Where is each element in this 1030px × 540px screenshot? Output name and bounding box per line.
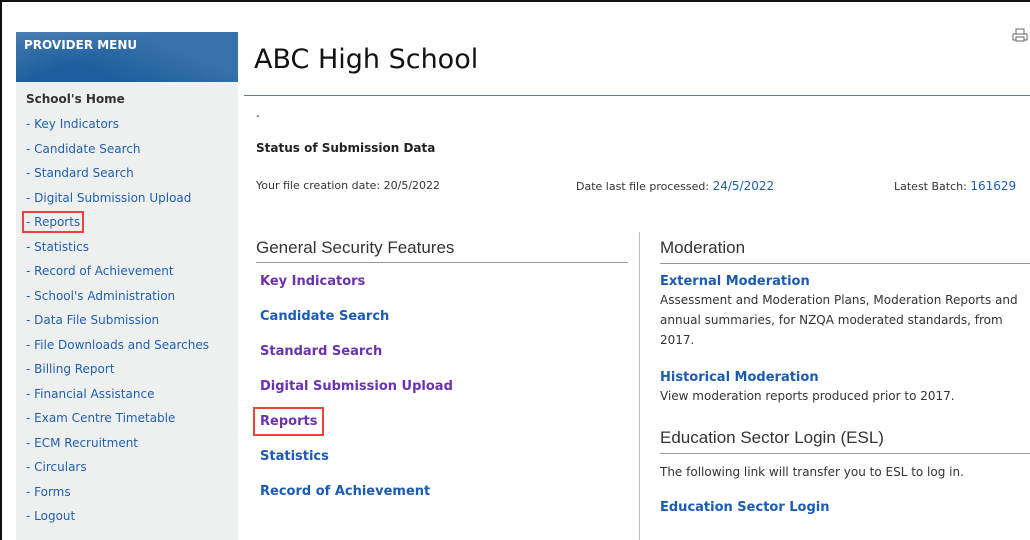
- print-icon[interactable]: [1012, 28, 1028, 42]
- moderation-heading: Moderation: [660, 238, 746, 257]
- sidebar-item-exam-centre-timetable[interactable]: - Exam Centre Timetable: [26, 411, 209, 436]
- last-file-processed: Date last file processed: 24/5/2022: [576, 179, 774, 193]
- highlight-box: Reports: [252, 407, 325, 436]
- latest-batch-label: Latest Batch:: [894, 180, 967, 193]
- sidebar-item-schools-administration[interactable]: - School's Administration: [26, 289, 209, 314]
- last-processed-label: Date last file processed:: [576, 180, 710, 193]
- sidebar-item-key-indicators[interactable]: - Key Indicators: [26, 117, 209, 142]
- historical-moderation-description: View moderation reports produced prior t…: [660, 389, 955, 403]
- highlight-box: - Reports: [21, 211, 85, 233]
- column-divider: [639, 232, 640, 540]
- sidebar-item-data-file-submission[interactable]: - Data File Submission: [26, 313, 209, 338]
- latest-batch: Latest Batch: 161629: [894, 179, 1016, 193]
- sidebar-item-logout[interactable]: - Logout: [26, 509, 209, 534]
- provider-menu-sidebar: PROVIDER MENU School's Home - Key Indica…: [16, 32, 238, 540]
- esl-divider: [660, 453, 1030, 454]
- moderation-divider: [660, 263, 1030, 264]
- sidebar-item-standard-search[interactable]: - Standard Search: [26, 166, 209, 191]
- link-record-of-achievement[interactable]: Record of Achievement: [260, 484, 430, 499]
- link-candidate-search[interactable]: Candidate Search: [260, 309, 389, 324]
- sidebar-item-ecm-recruitment[interactable]: - ECM Recruitment: [26, 436, 209, 461]
- link-reports[interactable]: Reports: [252, 407, 325, 436]
- link-statistics[interactable]: Statistics: [260, 449, 329, 464]
- sidebar-item-record-of-achievement[interactable]: - Record of Achievement: [26, 264, 209, 289]
- latest-batch-value: 161629: [970, 179, 1017, 193]
- general-security-section: General Security Features Key Indicators…: [252, 238, 628, 499]
- sidebar-item-reports[interactable]: - Reports: [21, 211, 209, 240]
- sidebar-item-circulars[interactable]: - Circulars: [26, 460, 209, 485]
- sidebar-item-candidate-search[interactable]: - Candidate Search: [26, 142, 209, 167]
- sidebar-home-heading[interactable]: School's Home: [26, 92, 125, 106]
- general-security-heading: General Security Features: [256, 238, 628, 263]
- sidebar-menu-list: - Key Indicators - Candidate Search - St…: [21, 117, 209, 534]
- esl-description: The following link will transfer you to …: [660, 465, 964, 479]
- status-heading: Status of Submission Data: [256, 141, 436, 155]
- placeholder-dot: .: [256, 106, 260, 120]
- header-divider: [244, 95, 1030, 96]
- file-creation-date: Your file creation date: 20/5/2022: [256, 179, 441, 192]
- link-key-indicators[interactable]: Key Indicators: [260, 274, 365, 289]
- page-title: ABC High School: [254, 44, 479, 75]
- link-external-moderation[interactable]: External Moderation: [660, 274, 810, 289]
- link-standard-search[interactable]: Standard Search: [260, 344, 382, 359]
- sidebar-item-digital-submission-upload[interactable]: - Digital Submission Upload: [26, 191, 209, 216]
- link-education-sector-login[interactable]: Education Sector Login: [660, 500, 830, 515]
- sidebar-item-statistics[interactable]: - Statistics: [26, 240, 209, 265]
- sidebar-item-forms[interactable]: - Forms: [26, 485, 209, 510]
- last-processed-value: 24/5/2022: [712, 179, 775, 193]
- esl-heading: Education Sector Login (ESL): [660, 428, 884, 447]
- sidebar-item-file-downloads[interactable]: - File Downloads and Searches: [26, 338, 209, 363]
- link-historical-moderation[interactable]: Historical Moderation: [660, 370, 819, 385]
- sidebar-item-financial-assistance[interactable]: - Financial Assistance: [26, 387, 209, 412]
- external-moderation-description: Assessment and Moderation Plans, Moderat…: [660, 293, 1018, 347]
- sidebar-item-billing-report[interactable]: - Billing Report: [26, 362, 209, 387]
- provider-menu-header: PROVIDER MENU: [16, 32, 238, 82]
- link-digital-submission-upload[interactable]: Digital Submission Upload: [260, 379, 453, 394]
